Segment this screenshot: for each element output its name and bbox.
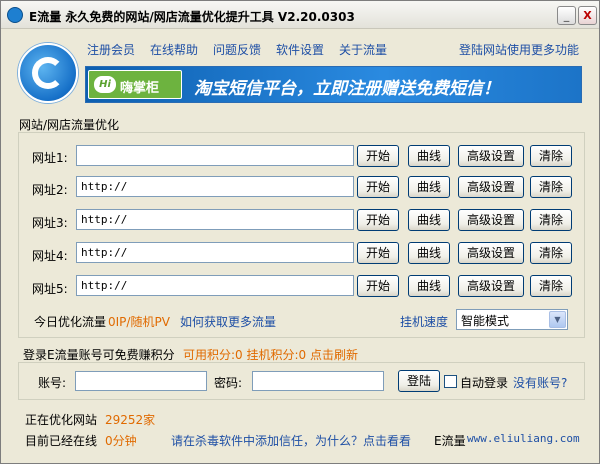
brand-label: E流量 (434, 434, 466, 448)
start-button-2[interactable]: 开始 (357, 176, 399, 198)
more-traffic-link[interactable]: 如何获取更多流量 (180, 313, 276, 330)
menu-login-website[interactable]: 登陆网站使用更多功能 (459, 41, 579, 58)
points-refresh-link[interactable]: 可用积分:0 挂机积分:0 点击刷新 (183, 346, 358, 363)
banner-badge-text: 嗨掌柜 (120, 81, 160, 96)
speed-select[interactable]: 智能模式 ▼ (456, 309, 568, 330)
menu-feedback[interactable]: 问题反馈 (213, 41, 261, 58)
website-link[interactable]: www.eliuliang.com (467, 432, 580, 445)
curve-button-5[interactable]: 曲线 (408, 275, 450, 297)
optimizing-count: 29252家 (105, 413, 156, 427)
title-bar[interactable]: E流量 永久免费的网站/网店流量优化提升工具 V2.20.0303 _ X (1, 1, 599, 29)
clear-button-2[interactable]: 清除 (530, 176, 572, 198)
start-button-3[interactable]: 开始 (357, 209, 399, 231)
clear-button-4[interactable]: 清除 (530, 242, 572, 264)
login-button[interactable]: 登陆 (398, 370, 440, 392)
menu-settings[interactable]: 软件设置 (276, 41, 324, 58)
window-title: E流量 永久免费的网站/网店流量优化提升工具 V2.20.0303 (29, 10, 355, 24)
antivirus-trust-link[interactable]: 请在杀毒软件中添加信任，为什么？点击看看 (171, 432, 411, 449)
login-title: 登录E流量账号可免费赚积分 (23, 348, 175, 362)
account-input[interactable] (75, 371, 207, 391)
ad-banner[interactable]: Hi 嗨掌柜 淘宝短信平台，立即注册赠送免费短信！ (85, 66, 582, 103)
today-traffic-value: 0IP/随机PV (108, 315, 170, 329)
online-label: 目前已经在线 (25, 434, 98, 448)
url-label-1: 网址1: (32, 151, 68, 165)
banner-text: 淘宝短信平台，立即注册赠送免费短信！ (194, 79, 500, 99)
start-button-1[interactable]: 开始 (357, 145, 399, 167)
advanced-button-2[interactable]: 高级设置 (458, 176, 524, 198)
account-label: 账号: (38, 376, 67, 390)
url-label-5: 网址5: (32, 282, 68, 296)
today-traffic-label: 今日优化流量 (34, 315, 107, 329)
auto-login-checkbox[interactable] (444, 375, 457, 388)
menu-about[interactable]: 关于流量 (339, 41, 387, 58)
menu-help[interactable]: 在线帮助 (150, 41, 198, 58)
url-input-4[interactable] (76, 242, 354, 263)
advanced-button-4[interactable]: 高级设置 (458, 242, 524, 264)
banner-hi-icon: Hi (94, 76, 116, 93)
chevron-down-icon[interactable]: ▼ (549, 311, 566, 328)
main-window: E流量 永久免费的网站/网店流量优化提升工具 V2.20.0303 _ X 注册… (0, 0, 600, 464)
url-label-2: 网址2: (32, 183, 68, 197)
no-account-link[interactable]: 没有账号? (513, 374, 567, 391)
speed-label: 挂机速度 (400, 315, 449, 329)
auto-login-label: 自动登录 (460, 376, 509, 390)
menu-register[interactable]: 注册会员 (87, 41, 135, 58)
curve-button-2[interactable]: 曲线 (408, 176, 450, 198)
curve-button-4[interactable]: 曲线 (408, 242, 450, 264)
banner-badge: Hi 嗨掌柜 (88, 70, 182, 99)
clear-button-5[interactable]: 清除 (530, 275, 572, 297)
app-logo (18, 43, 78, 103)
password-label: 密码: (214, 376, 243, 390)
url-label-3: 网址3: (32, 216, 68, 230)
url-input-2[interactable] (76, 176, 354, 197)
start-button-4[interactable]: 开始 (357, 242, 399, 264)
url-input-3[interactable] (76, 209, 354, 230)
app-icon (7, 7, 23, 23)
close-button[interactable]: X (578, 6, 597, 25)
optimizing-label: 正在优化网站 (25, 413, 98, 427)
advanced-button-5[interactable]: 高级设置 (458, 275, 524, 297)
url-input-5[interactable] (76, 275, 354, 296)
curve-button-1[interactable]: 曲线 (408, 145, 450, 167)
speed-selected-value: 智能模式 (461, 314, 510, 328)
url-input-1[interactable] (76, 145, 354, 166)
url-label-4: 网址4: (32, 249, 68, 263)
curve-button-3[interactable]: 曲线 (408, 209, 450, 231)
online-value: 0分钟 (105, 434, 137, 448)
advanced-button-1[interactable]: 高级设置 (458, 145, 524, 167)
section-title: 网站/网店流量优化 (19, 118, 120, 132)
clear-button-1[interactable]: 清除 (530, 145, 572, 167)
logo-e-icon (32, 57, 64, 89)
minimize-button[interactable]: _ (557, 6, 576, 25)
advanced-button-3[interactable]: 高级设置 (458, 209, 524, 231)
clear-button-3[interactable]: 清除 (530, 209, 572, 231)
password-input[interactable] (252, 371, 384, 391)
start-button-5[interactable]: 开始 (357, 275, 399, 297)
